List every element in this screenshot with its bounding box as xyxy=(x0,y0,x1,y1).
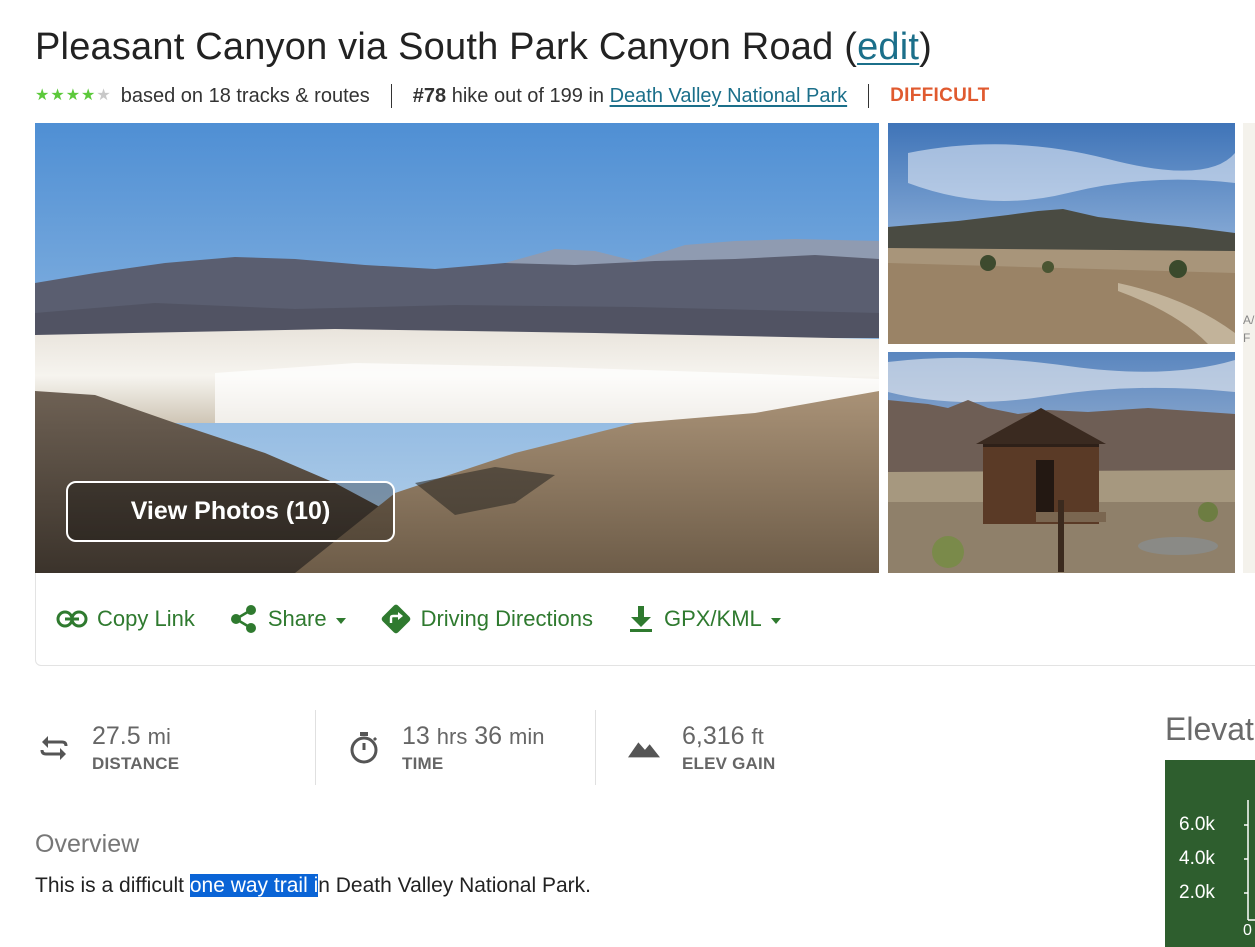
rating-stars: ★ ★ ★ ★ ★ xyxy=(35,88,111,104)
mountain-icon xyxy=(628,738,660,758)
share-label: Share xyxy=(267,606,327,631)
next-photo-caption: A/ F xyxy=(1243,311,1254,347)
title-close-paren: ) xyxy=(919,26,932,68)
overview-heading: Overview xyxy=(35,830,140,858)
page-title: Pleasant Canyon via South Park Canyon Ro… xyxy=(35,26,932,69)
overview-text-start: This is a difficult xyxy=(35,874,190,897)
stat-distance: 27.5 mi DISTANCE xyxy=(35,710,315,785)
time-hours: 13 xyxy=(402,721,430,750)
elevation-axis xyxy=(1244,800,1255,921)
elev-gain-number: 6,316 xyxy=(682,721,745,750)
star-empty-icon: ★ xyxy=(96,87,111,104)
rating-text: based on 18 tracks & routes xyxy=(120,84,370,107)
side-photo-1[interactable] xyxy=(888,123,1235,344)
time-value: 13 hrs 36 min xyxy=(402,722,545,751)
side-photo-2[interactable] xyxy=(888,352,1235,573)
time-minutes: 36 xyxy=(474,721,503,750)
rank-number: #78 xyxy=(412,84,447,107)
time-minutes-unit: min xyxy=(509,723,545,749)
distance-number: 27.5 xyxy=(92,721,141,750)
elev-gain-value: 6,316 ft xyxy=(682,722,775,751)
overview-text: This is a difficult one way trail in Dea… xyxy=(35,874,591,898)
driving-directions-label: Driving Directions xyxy=(420,606,593,631)
download-icon xyxy=(629,606,652,632)
time-label: TIME xyxy=(402,753,444,773)
distance-value: 27.5 mi xyxy=(92,722,179,751)
link-icon xyxy=(56,610,88,628)
distance-icon xyxy=(38,732,70,764)
elevation-axis-start: 0 xyxy=(1243,922,1252,939)
chevron-down-icon xyxy=(770,617,781,624)
gpx-kml-label: GPX/KML xyxy=(663,606,762,631)
share-icon xyxy=(230,605,256,633)
rank-text: #78 hike out of 199 in Death Valley Nati… xyxy=(413,85,847,108)
star-icon: ★ xyxy=(81,87,96,104)
trail-meta: ★ ★ ★ ★ ★ based on 18 tracks & routes #78 hi… xyxy=(35,84,990,108)
elevation-title: Elevat xyxy=(1165,711,1254,747)
time-hours-unit: hrs xyxy=(436,723,468,749)
copy-link-label: Copy Link xyxy=(97,606,195,631)
side-photo-2-image xyxy=(888,352,1235,573)
overview-text-end: n Death Valley National Park. xyxy=(318,874,591,897)
rank-description: hike out of 199 in xyxy=(446,84,610,107)
trail-stats: 27.5 mi DISTANCE 13 hrs 36 min TIME 6,31… xyxy=(35,710,875,785)
star-icon: ★ xyxy=(35,87,50,104)
distance-label: DISTANCE xyxy=(92,753,180,773)
stopwatch-icon xyxy=(348,731,380,765)
distance-unit: mi xyxy=(147,723,171,749)
title-text: Pleasant Canyon via South Park Canyon Ro… xyxy=(35,26,858,68)
meta-divider xyxy=(390,84,392,108)
copy-link-button[interactable]: Copy Link xyxy=(56,606,195,632)
share-button[interactable]: Share xyxy=(229,604,346,634)
next-photo-caption-line: F xyxy=(1243,331,1251,345)
gpx-kml-button[interactable]: GPX/KML xyxy=(627,604,781,634)
star-icon: ★ xyxy=(65,87,81,104)
view-photos-button[interactable]: View Photos (10) xyxy=(66,481,395,542)
star-icon: ★ xyxy=(50,87,65,104)
meta-divider xyxy=(868,84,870,108)
edit-link[interactable]: edit xyxy=(857,26,919,68)
side-photo-1-image xyxy=(888,123,1235,344)
park-link[interactable]: Death Valley National Park xyxy=(610,85,848,107)
stat-elevation-gain: 6,316 ft ELEV GAIN xyxy=(595,710,875,785)
selected-text: one way trail i xyxy=(189,874,319,897)
difficulty-badge: DIFFICULT xyxy=(890,85,990,106)
chevron-down-icon xyxy=(335,617,346,624)
gallery-next-photo[interactable]: A/ F xyxy=(1243,123,1255,573)
driving-directions-button[interactable]: Driving Directions xyxy=(380,603,593,635)
elev-gain-label: ELEV GAIN xyxy=(682,753,776,773)
next-photo-caption-line: A/ xyxy=(1243,313,1255,327)
elevation-chart[interactable]: 6.0k 4.0k 2.0k 0 xyxy=(1165,760,1255,947)
elev-gain-unit: ft xyxy=(751,723,764,749)
directions-icon xyxy=(381,604,410,634)
stat-time: 13 hrs 36 min TIME xyxy=(315,710,595,785)
action-bar: Copy Link Share Driving Directions GPX/K… xyxy=(35,573,1255,666)
